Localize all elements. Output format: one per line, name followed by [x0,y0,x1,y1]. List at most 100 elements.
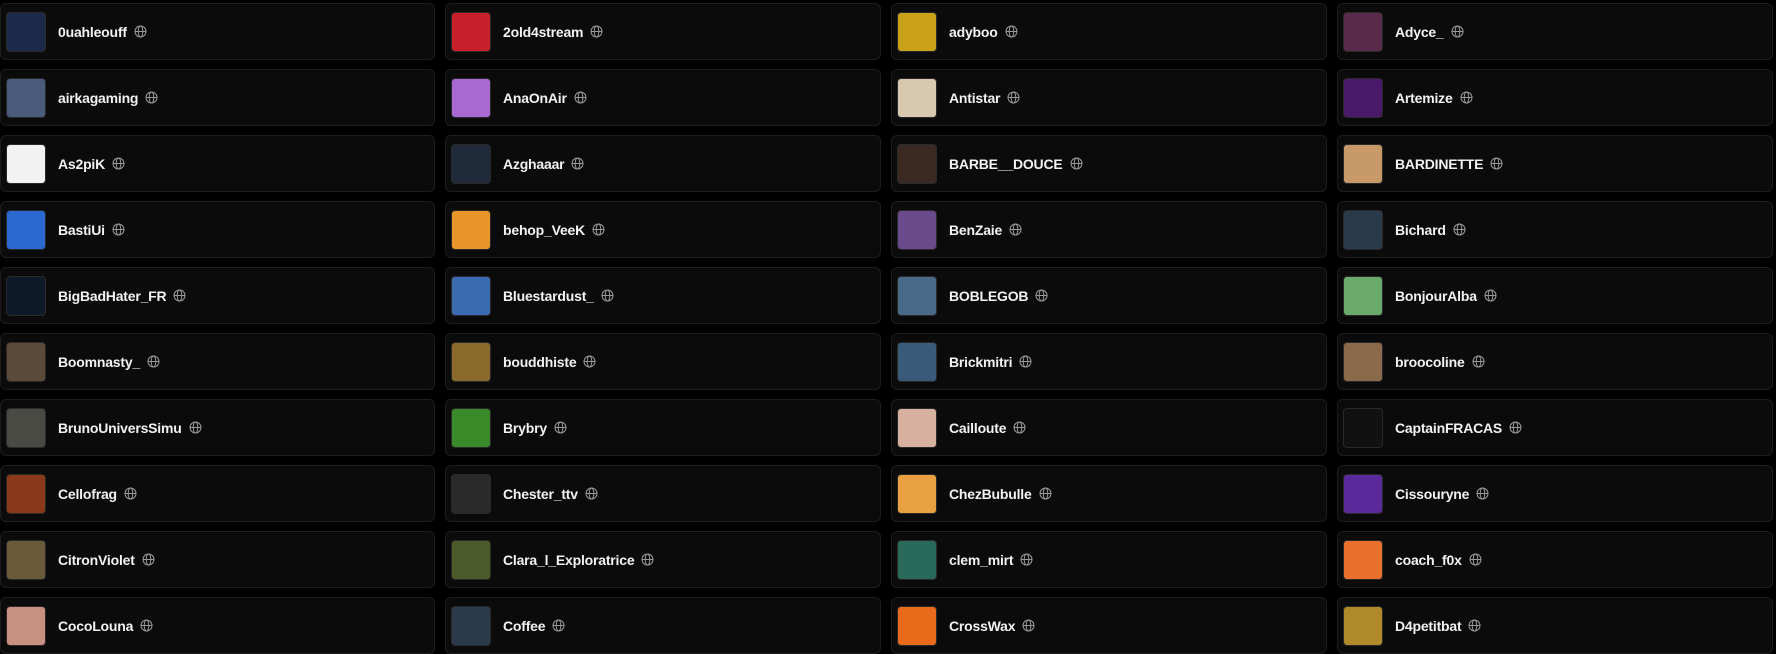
globe-icon[interactable] [1035,289,1048,302]
streamer-card[interactable]: adyboo [891,3,1327,60]
streamer-name[interactable]: Boomnasty_ [58,354,140,370]
globe-icon[interactable] [134,25,147,38]
streamer-name[interactable]: BARDINETTE [1395,156,1483,172]
streamer-name[interactable]: clem_mirt [949,552,1014,568]
streamer-name[interactable]: Cellofrag [58,486,117,502]
streamer-card[interactable]: 0uahleouff [0,3,435,60]
streamer-card[interactable]: Cellofrag [0,465,435,522]
streamer-card[interactable]: Artemize [1337,69,1773,126]
streamer-card[interactable]: clem_mirt [891,531,1327,588]
globe-icon[interactable] [1453,223,1466,236]
streamer-name[interactable]: BenZaie [949,222,1002,238]
streamer-name[interactable]: BOBLEGOB [949,288,1028,304]
globe-icon[interactable] [1070,157,1083,170]
streamer-name[interactable]: Brybry [503,420,547,436]
globe-icon[interactable] [583,355,596,368]
streamer-name[interactable]: Azghaaar [503,156,565,172]
globe-icon[interactable] [574,91,587,104]
streamer-card[interactable]: CocoLouna [0,597,435,654]
streamer-card[interactable]: Bichard [1337,201,1773,258]
streamer-name[interactable]: AnaOnAir [503,90,567,106]
streamer-card[interactable]: Coffee [445,597,881,654]
globe-icon[interactable] [590,25,603,38]
streamer-card[interactable]: Bluestardust_ [445,267,881,324]
streamer-card[interactable]: CaptainFRACAS [1337,399,1773,456]
streamer-name[interactable]: Chester_ttv [503,486,578,502]
globe-icon[interactable] [1490,157,1503,170]
globe-icon[interactable] [1019,355,1032,368]
streamer-card[interactable]: Brybry [445,399,881,456]
streamer-name[interactable]: 0uahleouff [58,24,127,40]
streamer-card[interactable]: Azghaaar [445,135,881,192]
streamer-name[interactable]: CocoLouna [58,618,133,634]
streamer-name[interactable]: D4petitbat [1395,618,1462,634]
streamer-card[interactable]: bouddhiste [445,333,881,390]
streamer-card[interactable]: ChezBubulle [891,465,1327,522]
globe-icon[interactable] [112,157,125,170]
streamer-card[interactable]: BigBadHater_FR [0,267,435,324]
streamer-name[interactable]: 2old4stream [503,24,583,40]
globe-icon[interactable] [1509,421,1522,434]
streamer-card[interactable]: coach_f0x [1337,531,1773,588]
streamer-card[interactable]: Boomnasty_ [0,333,435,390]
globe-icon[interactable] [1476,487,1489,500]
streamer-card[interactable]: Cailloute [891,399,1327,456]
streamer-name[interactable]: broocoline [1395,354,1465,370]
streamer-name[interactable]: behop_VeeK [503,222,585,238]
globe-icon[interactable] [1005,25,1018,38]
streamer-card[interactable]: AnaOnAir [445,69,881,126]
globe-icon[interactable] [1022,619,1035,632]
streamer-card[interactable]: behop_VeeK [445,201,881,258]
streamer-name[interactable]: BastiUi [58,222,105,238]
streamer-name[interactable]: BrunoUniversSimu [58,420,182,436]
streamer-card[interactable]: As2piK [0,135,435,192]
streamer-card[interactable]: BOBLEGOB [891,267,1327,324]
globe-icon[interactable] [147,355,160,368]
globe-icon[interactable] [585,487,598,500]
globe-icon[interactable] [142,553,155,566]
globe-icon[interactable] [1039,487,1052,500]
streamer-card[interactable]: Clara_l_Exploratrice [445,531,881,588]
globe-icon[interactable] [571,157,584,170]
globe-icon[interactable] [554,421,567,434]
globe-icon[interactable] [1468,619,1481,632]
globe-icon[interactable] [1484,289,1497,302]
streamer-name[interactable]: ChezBubulle [949,486,1032,502]
streamer-card[interactable]: Adyce_ [1337,3,1773,60]
streamer-name[interactable]: coach_f0x [1395,552,1462,568]
globe-icon[interactable] [601,289,614,302]
streamer-card[interactable]: Brickmitri [891,333,1327,390]
streamer-card[interactable]: airkagaming [0,69,435,126]
streamer-card[interactable]: CitronViolet [0,531,435,588]
streamer-name[interactable]: BARBE__DOUCE [949,156,1063,172]
globe-icon[interactable] [1451,25,1464,38]
globe-icon[interactable] [1013,421,1026,434]
globe-icon[interactable] [145,91,158,104]
streamer-name[interactable]: CitronViolet [58,552,135,568]
globe-icon[interactable] [1460,91,1473,104]
globe-icon[interactable] [1472,355,1485,368]
streamer-name[interactable]: Bluestardust_ [503,288,594,304]
streamer-name[interactable]: CrossWax [949,618,1016,634]
globe-icon[interactable] [140,619,153,632]
globe-icon[interactable] [189,421,202,434]
streamer-card[interactable]: CrossWax [891,597,1327,654]
streamer-card[interactable]: D4petitbat [1337,597,1773,654]
streamer-card[interactable]: BARBE__DOUCE [891,135,1327,192]
globe-icon[interactable] [1020,553,1033,566]
streamer-card[interactable]: BrunoUniversSimu [0,399,435,456]
streamer-card[interactable]: broocoline [1337,333,1773,390]
streamer-name[interactable]: BigBadHater_FR [58,288,167,304]
streamer-name[interactable]: Adyce_ [1395,24,1444,40]
streamer-card[interactable]: Cissouryne [1337,465,1773,522]
globe-icon[interactable] [1007,91,1020,104]
globe-icon[interactable] [124,487,137,500]
streamer-card[interactable]: BARDINETTE [1337,135,1773,192]
streamer-card[interactable]: Antistar [891,69,1327,126]
streamer-name[interactable]: CaptainFRACAS [1395,420,1502,436]
globe-icon[interactable] [641,553,654,566]
streamer-name[interactable]: BonjourAlba [1395,288,1477,304]
streamer-name[interactable]: adyboo [949,24,998,40]
globe-icon[interactable] [592,223,605,236]
globe-icon[interactable] [1469,553,1482,566]
